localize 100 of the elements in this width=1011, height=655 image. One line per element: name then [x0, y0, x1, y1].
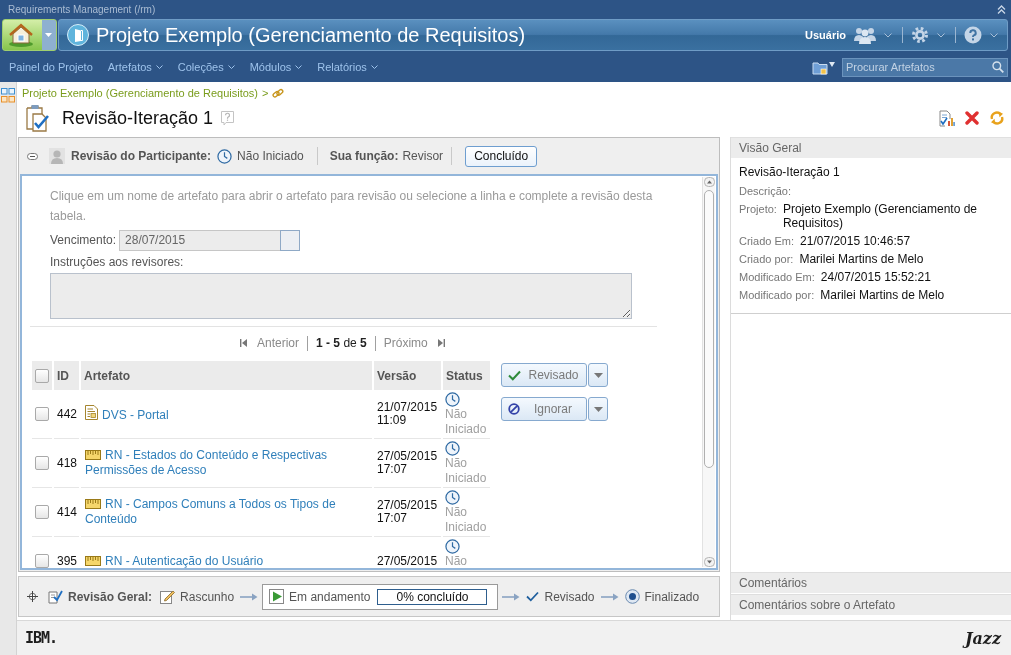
review-name: Revisão-Iteração 1 — [739, 164, 841, 180]
grid-icon[interactable] — [1, 88, 15, 103]
field-label: Criado por: — [739, 252, 794, 266]
version-text: 27/05/2015 17:07 — [377, 450, 439, 476]
field-value: Projeto Exemplo (Gerenciamento de Requisitos) — [782, 202, 979, 230]
row-checkbox[interactable] — [35, 456, 49, 470]
refresh-icon[interactable] — [989, 110, 1005, 126]
chevron-icon[interactable] — [937, 32, 945, 38]
scrollbar-track[interactable] — [702, 177, 715, 567]
field-label: Modificado por: — [739, 288, 815, 302]
column-header[interactable]: Status — [443, 361, 490, 390]
document-icon — [85, 405, 98, 420]
version-text: 27/05/2015 17:07 — [377, 499, 439, 525]
status-text: Não Iniciado — [445, 407, 488, 437]
people-icon[interactable] — [854, 26, 876, 44]
row-checkbox[interactable] — [35, 407, 49, 421]
section-title: Revisão do Participante: — [71, 149, 212, 163]
product-logo: Jazz — [964, 628, 1001, 648]
caret-icon — [593, 372, 603, 378]
clock-icon — [445, 392, 460, 407]
up-arrow-icon[interactable] — [703, 177, 715, 187]
section-title: Revisão Geral: — [68, 589, 153, 604]
column-header[interactable]: ID — [54, 361, 79, 390]
nav-menu-item[interactable]: Coleções — [177, 61, 235, 73]
done-button[interactable]: Concluído — [465, 145, 538, 167]
artifact-link[interactable]: DVS - Portal — [85, 405, 169, 423]
scrollbar-thumb[interactable] — [704, 190, 714, 468]
folder-icon[interactable] — [812, 59, 828, 75]
row-checkbox[interactable] — [35, 505, 49, 519]
house-icon — [8, 23, 34, 47]
progress-text: 0% concluído — [396, 589, 469, 604]
first-page-icon[interactable] — [240, 339, 247, 347]
artifact-link[interactable]: RN - Campos Comuns a Todos os Tipos de Conteúdo — [85, 497, 372, 527]
step-label: Revisado — [544, 589, 595, 604]
review-document-icon — [24, 104, 50, 132]
company-logo: IBM. — [25, 629, 58, 647]
down-arrow-icon[interactable] — [703, 557, 715, 567]
step-label: Rascunho — [180, 589, 235, 604]
last-page-icon[interactable] — [437, 339, 445, 347]
field-value: 21/07/2015 10:46:57 — [800, 234, 911, 248]
artifact-id: 395 — [57, 554, 78, 568]
app-title: Requirements Management (/rm) — [8, 3, 156, 15]
select-all-checkbox[interactable] — [35, 368, 49, 383]
nav-menu-item[interactable]: Artefatos — [107, 61, 163, 73]
door-icon — [67, 24, 89, 46]
caret-icon[interactable] — [829, 61, 835, 67]
chevron-icon[interactable] — [990, 32, 998, 38]
chevron-icon — [227, 65, 235, 69]
nav-menu-item[interactable]: Módulos — [249, 61, 303, 73]
row-checkbox[interactable] — [35, 554, 49, 568]
caret-icon — [593, 406, 603, 412]
field-label: Modificado Em: — [739, 270, 815, 284]
dropdown-button[interactable] — [588, 397, 608, 421]
gear-icon[interactable] — [911, 26, 929, 44]
ruler-icon — [85, 450, 101, 460]
expand-icon[interactable] — [27, 591, 38, 602]
version-text: 21/07/2015 11:09 — [377, 401, 439, 427]
play-icon — [269, 589, 285, 604]
arrow-icon — [502, 592, 521, 601]
review-status: Não Iniciado — [237, 149, 304, 163]
review-edit-icon — [48, 589, 63, 604]
home-button[interactable] — [2, 19, 57, 51]
role-value: Revisor — [402, 149, 444, 163]
dropdown-button[interactable] — [588, 363, 608, 387]
report-icon[interactable] — [939, 109, 955, 127]
panel-header[interactable]: Comentários — [731, 572, 1011, 593]
status-text: Não Iniciado — [445, 505, 488, 535]
role-label: Sua função: — [329, 149, 399, 163]
clock-icon — [445, 490, 460, 505]
field-label: Descrição: — [739, 184, 791, 198]
field-value: Marilei Martins de Melo — [799, 252, 924, 266]
clock-icon — [217, 148, 233, 164]
delete-icon[interactable] — [965, 111, 979, 125]
field-value: 24/07/2015 15:52:21 — [820, 270, 931, 284]
reviewer-instructions-label: Instruções aos revisores: — [50, 255, 184, 270]
search-field[interactable]: Procurar Artefatos — [842, 57, 1008, 77]
breadcrumb-separator: > — [262, 87, 269, 99]
due-date-label: Vencimento: — [50, 233, 117, 247]
status-text: Não Iniciado — [445, 456, 488, 486]
column-header[interactable]: Versão — [374, 361, 441, 390]
status-text: Não — [445, 554, 467, 568]
arrow-icon — [600, 592, 619, 601]
radio-icon — [624, 589, 640, 604]
artifact-link[interactable]: RN - Autenticação do Usuário — [85, 553, 264, 568]
artifact-id: 414 — [57, 505, 78, 519]
nav-menu-item[interactable]: Painel do Projeto — [9, 61, 93, 73]
chevron-icon[interactable] — [884, 32, 892, 38]
artifact-link[interactable]: RN - Estados do Conteúdo e Respectivas Permissões de Acesso — [85, 448, 372, 478]
help-icon[interactable] — [964, 26, 982, 44]
blocked-icon — [508, 403, 520, 415]
panel-header[interactable]: Comentários sobre o Artefato — [731, 594, 1011, 615]
panel-header[interactable]: Visão Geral — [731, 137, 1011, 158]
collapse-icon[interactable] — [27, 152, 38, 160]
breadcrumb-link[interactable]: Projeto Exemplo (Gerenciamento de Requisitos) — [22, 87, 258, 99]
search-icon[interactable] — [992, 60, 1004, 73]
date-picker-button[interactable] — [280, 229, 301, 251]
column-header[interactable]: Artefato — [81, 361, 372, 390]
link-icon[interactable] — [272, 87, 285, 99]
nav-menu-item[interactable]: Relatórios — [317, 61, 378, 73]
user-menu[interactable]: Usuário — [805, 29, 846, 41]
